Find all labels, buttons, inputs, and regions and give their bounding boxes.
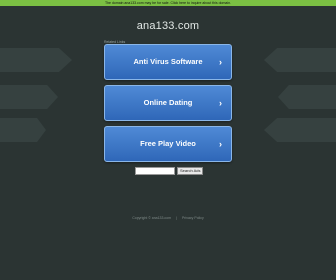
related-links-list: Anti Virus Software › Online Dating › Fr… <box>104 44 232 167</box>
copyright-text: Copyright © ana133.com <box>132 216 172 220</box>
decorative-arrow-left <box>0 118 46 142</box>
domain-title: ana133.com <box>136 20 200 32</box>
chevron-right-icon: › <box>219 98 222 108</box>
privacy-policy-link[interactable]: Privacy Policy <box>182 216 204 220</box>
link-label: Anti Virus Software <box>133 57 203 66</box>
decorative-arrow-right <box>264 118 336 142</box>
footer-separator: | <box>176 216 177 220</box>
footer: Copyright © ana133.com | Privacy Policy <box>0 216 336 220</box>
decorative-arrow-right <box>264 48 336 72</box>
chevron-right-icon: › <box>219 57 222 67</box>
decorative-arrow-left <box>0 85 58 109</box>
link-free-play-video[interactable]: Free Play Video › <box>104 126 232 162</box>
link-label: Online Dating <box>143 98 193 107</box>
search-ads-button[interactable]: Search Ads <box>177 167 204 175</box>
decorative-arrow-right <box>278 85 336 109</box>
search-input[interactable] <box>135 167 175 175</box>
decorative-arrow-left <box>0 48 72 72</box>
search-form: Search Ads <box>135 167 204 175</box>
sale-notice-bar[interactable]: The domain ana133.com may be for sale. C… <box>0 0 336 6</box>
link-online-dating[interactable]: Online Dating › <box>104 85 232 121</box>
link-anti-virus-software[interactable]: Anti Virus Software › <box>104 44 232 80</box>
link-label: Free Play Video <box>140 139 196 148</box>
chevron-right-icon: › <box>219 139 222 149</box>
